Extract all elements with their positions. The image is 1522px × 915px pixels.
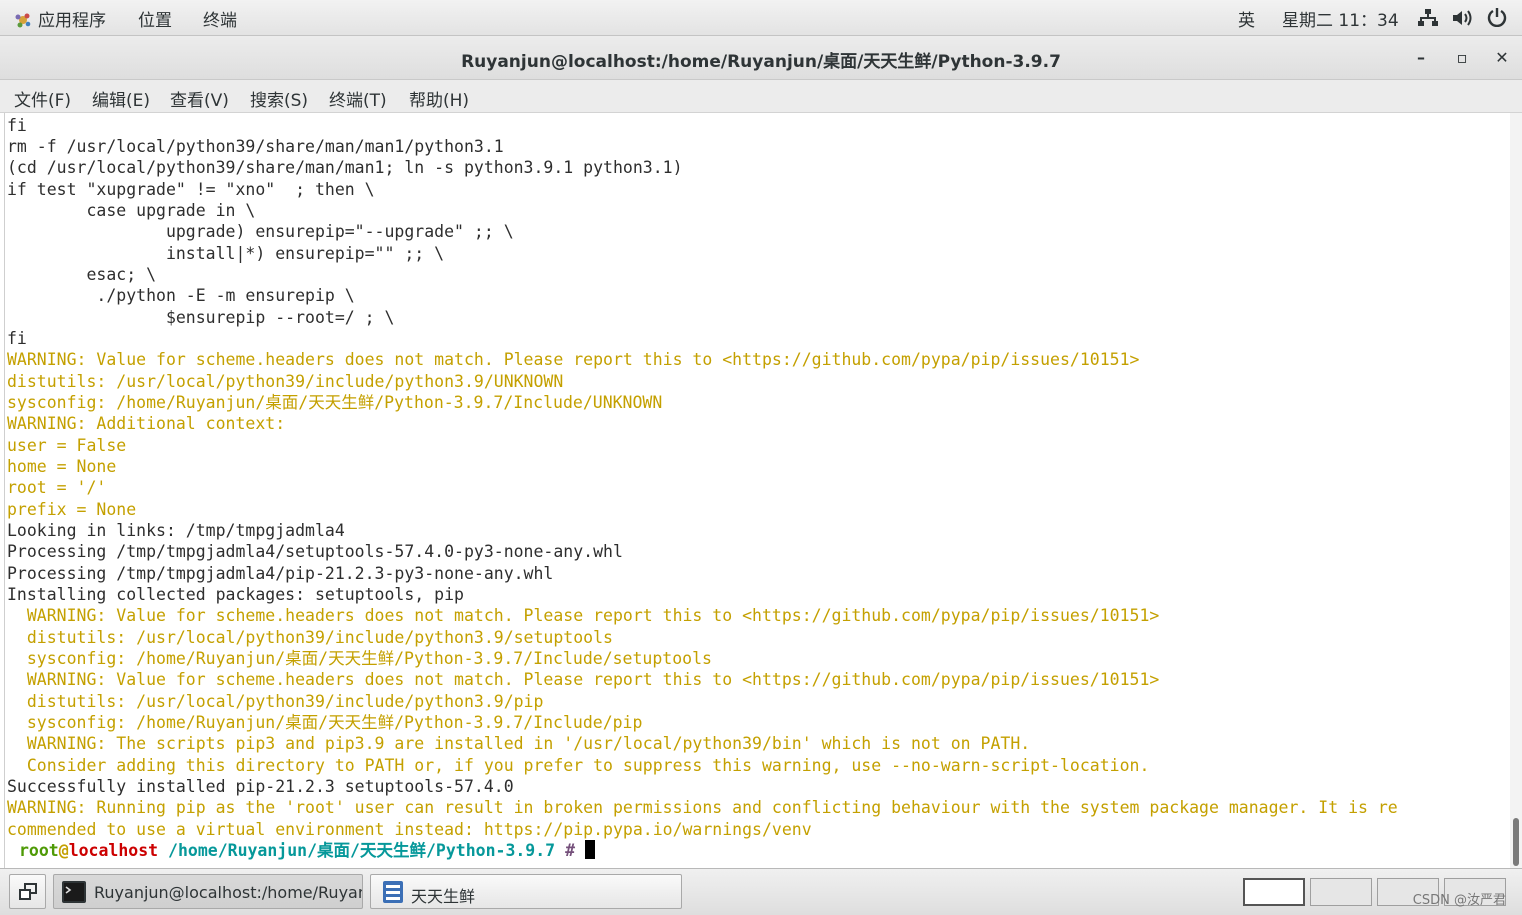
terminal-line: esac; \: [7, 265, 157, 284]
terminal-line: prefix = None: [7, 500, 137, 519]
terminal-line: WARNING: Additional context:: [7, 414, 286, 433]
places-menu[interactable]: 位置: [138, 6, 172, 31]
menu-file[interactable]: 文件(F): [14, 86, 71, 111]
terminal-line: root = '/': [7, 478, 107, 497]
terminal-line: upgrade) ensurepip="--upgrade" ;; \: [7, 222, 514, 241]
prompt-host: localhost: [68, 841, 159, 860]
show-desktop-icon: [19, 883, 37, 900]
taskbar-folder-window[interactable]: 天天生鲜: [370, 874, 682, 909]
menu-terminal[interactable]: 终端(T): [329, 86, 387, 111]
window-title-bar[interactable]: Ruyanjun@localhost:/home/Ruyanjun/桌面/天天生…: [0, 36, 1522, 80]
window-title: Ruyanjun@localhost:/home/Ruyanjun/桌面/天天生…: [461, 52, 1061, 72]
file-manager-icon: [383, 881, 403, 903]
terminal-line: rm -f /usr/local/python39/share/man/man1…: [7, 137, 504, 156]
terminal-line: sysconfig: /home/Ruyanjun/桌面/天天生鲜/Python…: [7, 713, 643, 732]
terminal-line: distutils: /usr/local/python39/include/p…: [7, 628, 613, 647]
clock[interactable]: 星期二 11：34: [1282, 6, 1399, 31]
terminal-app-menu[interactable]: 终端: [203, 6, 237, 31]
terminal-line: Processing /tmp/tmpgjadmla4/pip-21.2.3-p…: [7, 564, 554, 583]
terminal-line: $ensurepip --root=/ ; \: [7, 308, 395, 327]
scrollbar-thumb[interactable]: [1513, 818, 1519, 866]
terminal-line: WARNING: The scripts pip3 and pip3.9 are…: [7, 734, 1031, 753]
minimize-button[interactable]: –: [1408, 45, 1434, 71]
show-desktop-button[interactable]: [9, 874, 46, 909]
applications-icon: [15, 13, 31, 28]
terminal-line: home = None: [7, 457, 117, 476]
watermark: CSDN @汝严君: [1412, 893, 1506, 908]
prompt-at: @: [58, 841, 69, 860]
terminal-line: Consider adding this directory to PATH o…: [7, 756, 1150, 775]
terminal-line: fi: [7, 116, 27, 135]
taskbar: Ruyanjun@localhost:/home/Ruyanju··· 天天生鲜…: [0, 868, 1522, 915]
volume-icon[interactable]: [1452, 8, 1474, 33]
applications-menu[interactable]: 应用程序: [14, 6, 106, 31]
menu-bar: 文件(F) 编辑(E) 查看(V) 搜索(S) 终端(T) 帮助(H): [0, 80, 1522, 113]
text-cursor: [584, 840, 595, 859]
terminal-line: WARNING: Value for scheme.headers does n…: [7, 606, 1160, 625]
terminal-line: distutils: /usr/local/python39/include/p…: [7, 372, 564, 391]
workspace-1[interactable]: [1243, 878, 1305, 906]
maximize-button[interactable]: ▫: [1449, 45, 1475, 71]
terminal-line: WARNING: Value for scheme.headers does n…: [7, 350, 1140, 369]
top-panel: 应用程序 位置 终端 英 星期二 11：34: [0, 0, 1522, 36]
terminal-line: sysconfig: /home/Ruyanjun/桌面/天天生鲜/Python…: [7, 393, 663, 412]
terminal-line: (cd /usr/local/python39/share/man/man1; …: [7, 158, 683, 177]
prompt-symbol: #: [565, 841, 575, 860]
terminal-line: user = False: [7, 436, 127, 455]
input-method-indicator[interactable]: 英: [1238, 6, 1255, 31]
network-icon[interactable]: [1418, 8, 1438, 33]
terminal-line: sysconfig: /home/Ruyanjun/桌面/天天生鲜/Python…: [7, 649, 712, 668]
prompt-user: root: [19, 841, 59, 860]
taskbar-terminal-label: Ruyanjun@localhost:/home/Ruyanju···: [94, 883, 362, 902]
terminal-line: fi: [7, 329, 27, 348]
terminal-line: WARNING: Running pip as the 'root' user …: [7, 798, 1398, 817]
close-button[interactable]: ✕: [1489, 45, 1515, 71]
terminal-line: Installing collected packages: setuptool…: [7, 585, 464, 604]
terminal-line: install|*) ensurepip="" ;; \: [7, 244, 445, 263]
prompt-path: /home/Ruyanjun/桌面/天天生鲜/Python-3.9.7: [168, 841, 556, 860]
terminal-line: Looking in links: /tmp/tmpgjadmla4: [7, 521, 345, 540]
shell-prompt[interactable]: root@localhost /home/Ruyanjun/桌面/天天生鲜/Py…: [19, 840, 595, 861]
menu-edit[interactable]: 编辑(E): [92, 86, 150, 111]
taskbar-folder-label: 天天生鲜: [411, 887, 476, 906]
menu-view[interactable]: 查看(V): [170, 86, 229, 111]
terminal-line: Processing /tmp/tmpgjadmla4/setuptools-5…: [7, 542, 623, 561]
menu-help[interactable]: 帮助(H): [409, 86, 469, 111]
applications-label: 应用程序: [38, 11, 106, 31]
power-icon[interactable]: [1487, 7, 1507, 32]
terminal-line: if test "xupgrade" != "xno" ; then \: [7, 180, 375, 199]
workspace-2[interactable]: [1310, 878, 1372, 906]
terminal-line: case upgrade in \: [7, 201, 256, 220]
terminal-line: ./python -E -m ensurepip \: [7, 286, 355, 305]
terminal-line: Successfully installed pip-21.2.3 setupt…: [7, 777, 514, 796]
terminal-line: WARNING: Value for scheme.headers does n…: [7, 670, 1160, 689]
menu-search[interactable]: 搜索(S): [250, 86, 308, 111]
terminal-scrollbar[interactable]: [1510, 113, 1522, 868]
terminal-line: commended to use a virtual environment i…: [7, 820, 812, 839]
terminal-icon: [62, 881, 86, 903]
terminal-line: distutils: /usr/local/python39/include/p…: [7, 692, 544, 711]
terminal-output[interactable]: fi rm -f /usr/local/python39/share/man/m…: [4, 113, 1511, 868]
taskbar-terminal-window[interactable]: Ruyanjun@localhost:/home/Ruyanju···: [53, 874, 363, 909]
